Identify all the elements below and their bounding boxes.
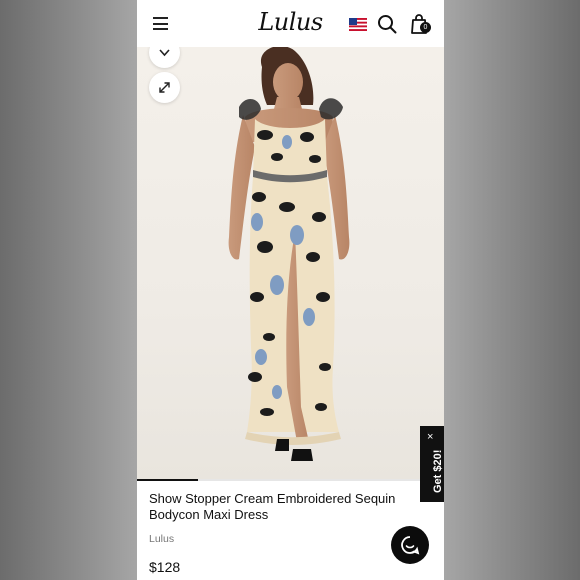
chevron-down-icon bbox=[159, 49, 170, 57]
product-price: $128 bbox=[149, 559, 181, 575]
promo-label[interactable]: Get $20! bbox=[432, 450, 444, 493]
chat-icon bbox=[401, 536, 420, 555]
mobile-page: Lulus 0 × Get $20! Show Stopper Cream Em… bbox=[137, 0, 444, 580]
product-title: Show Stopper Cream Embroidered Sequin Bo… bbox=[149, 491, 396, 522]
image-gallery-progress bbox=[137, 479, 444, 481]
dress-model-illustration bbox=[228, 47, 350, 461]
close-icon[interactable]: × bbox=[427, 432, 433, 443]
chat-button[interactable] bbox=[391, 526, 429, 564]
gallery-progress-active bbox=[137, 479, 198, 481]
top-navigation-bar: Lulus 0 bbox=[137, 0, 444, 47]
expand-image-button[interactable] bbox=[149, 72, 180, 103]
expand-icon bbox=[159, 82, 170, 93]
product-image[interactable] bbox=[137, 47, 444, 480]
us-flag-icon[interactable] bbox=[349, 18, 367, 31]
promo-tab[interactable]: × Get $20! bbox=[420, 426, 444, 502]
cart-count-badge: 0 bbox=[420, 22, 431, 33]
product-info: Show Stopper Cream Embroidered Sequin Bo… bbox=[149, 491, 399, 545]
background-blur-right bbox=[444, 0, 580, 580]
product-brand[interactable]: Lulus bbox=[149, 533, 399, 545]
lulus-logo[interactable]: Lulus bbox=[137, 8, 444, 36]
background-blur-left bbox=[0, 0, 137, 580]
search-icon[interactable] bbox=[377, 14, 397, 34]
